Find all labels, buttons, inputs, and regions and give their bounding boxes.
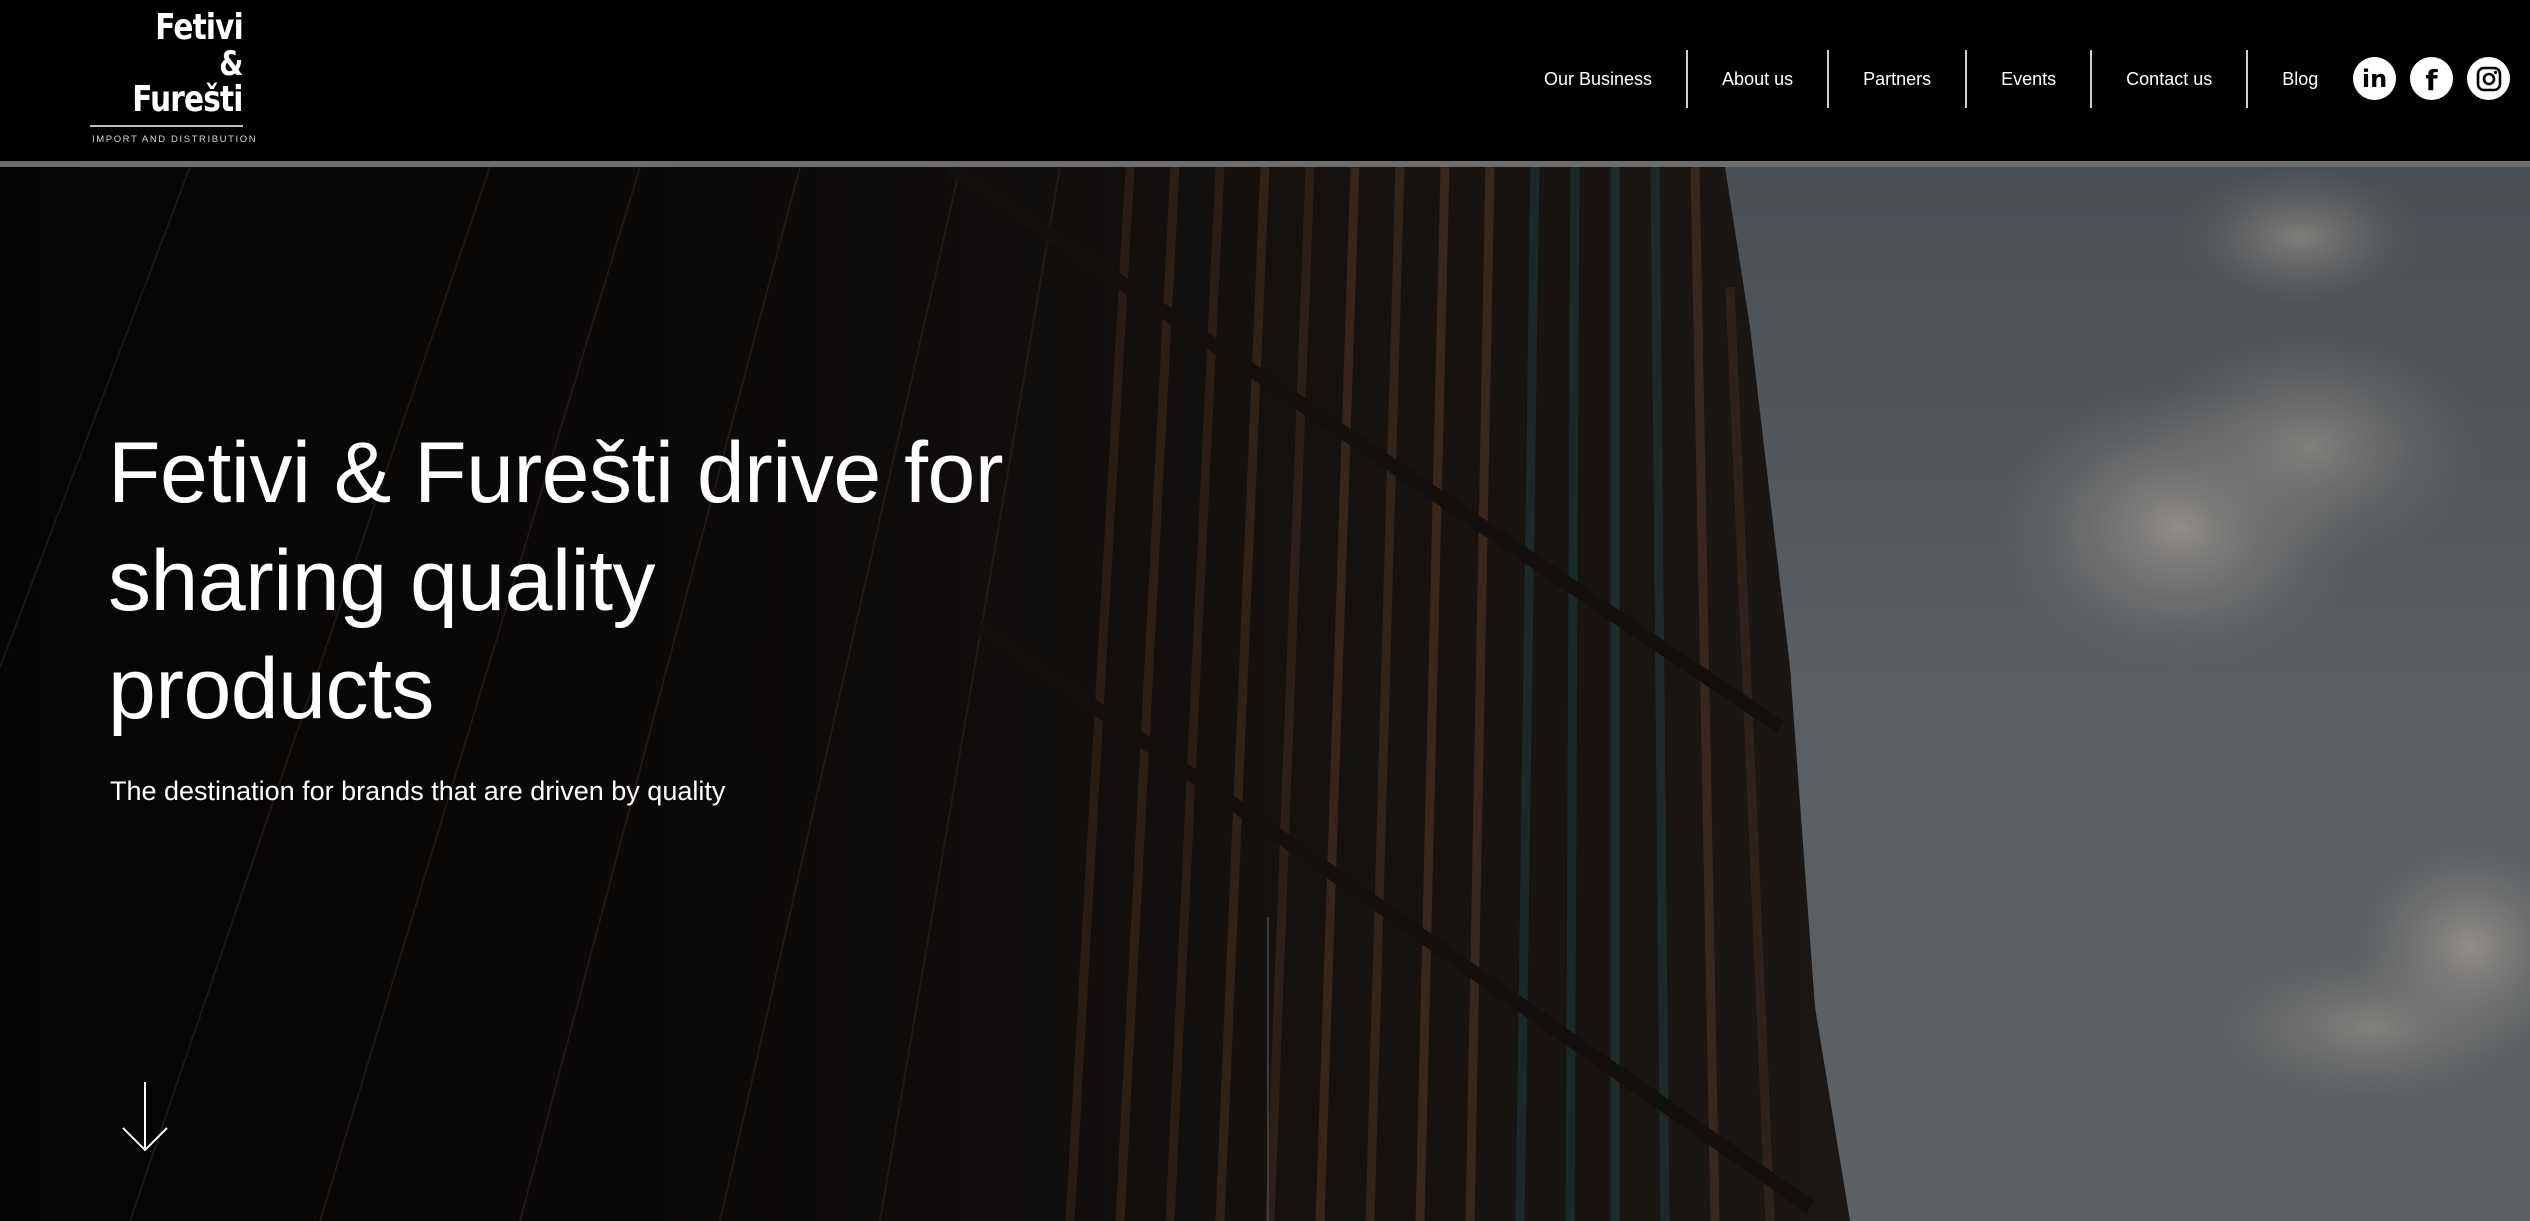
nav-item-blog[interactable]: Blog [2248, 50, 2352, 108]
nav-item-partners[interactable]: Partners [1829, 50, 1965, 108]
hero-title-line-2: sharing quality [108, 533, 656, 629]
logo-divider [90, 125, 243, 127]
logo-line-3: Furešti [132, 79, 244, 120]
logo-tagline: IMPORT AND DISTRIBUTION [92, 134, 258, 145]
logo-line-2: & [219, 44, 244, 84]
facebook-icon[interactable]: f [2410, 57, 2453, 100]
nav-item-events[interactable]: Events [1967, 50, 2090, 108]
hero-title-line-1: Fetivi & Furešti drive for [108, 425, 1004, 521]
site-header: Fetivi & Furešti IMPORT AND DISTRIBUTION… [0, 0, 2530, 161]
hero-subtitle: The destination for brands that are driv… [110, 776, 726, 806]
instagram-icon[interactable] [2467, 57, 2510, 100]
facebook-label: f [2425, 63, 2438, 97]
nav-item-our-business[interactable]: Our Business [1510, 50, 1686, 108]
brand-logo[interactable]: Fetivi & Furešti IMPORT AND DISTRIBUTION [90, 7, 256, 148]
hero-title: Fetivi & Furešti drive for sharing quali… [108, 419, 1108, 743]
linkedin-label: in [2361, 64, 2388, 93]
linkedin-icon[interactable]: in [2353, 57, 2396, 100]
instagram-glyph [2476, 66, 2501, 91]
main-nav: Our Business About us Partners Events Co… [1510, 50, 2352, 108]
social-links: in f [2353, 57, 2510, 100]
nav-item-contact-us[interactable]: Contact us [2092, 50, 2246, 108]
hero-title-line-3: products [108, 641, 434, 737]
logo-line-1: Fetivi [155, 7, 243, 48]
hero-section: Fetivi & Furešti drive for sharing quali… [0, 167, 2530, 1221]
arrow-down-icon[interactable] [121, 1082, 169, 1154]
nav-item-about-us[interactable]: About us [1688, 50, 1827, 108]
